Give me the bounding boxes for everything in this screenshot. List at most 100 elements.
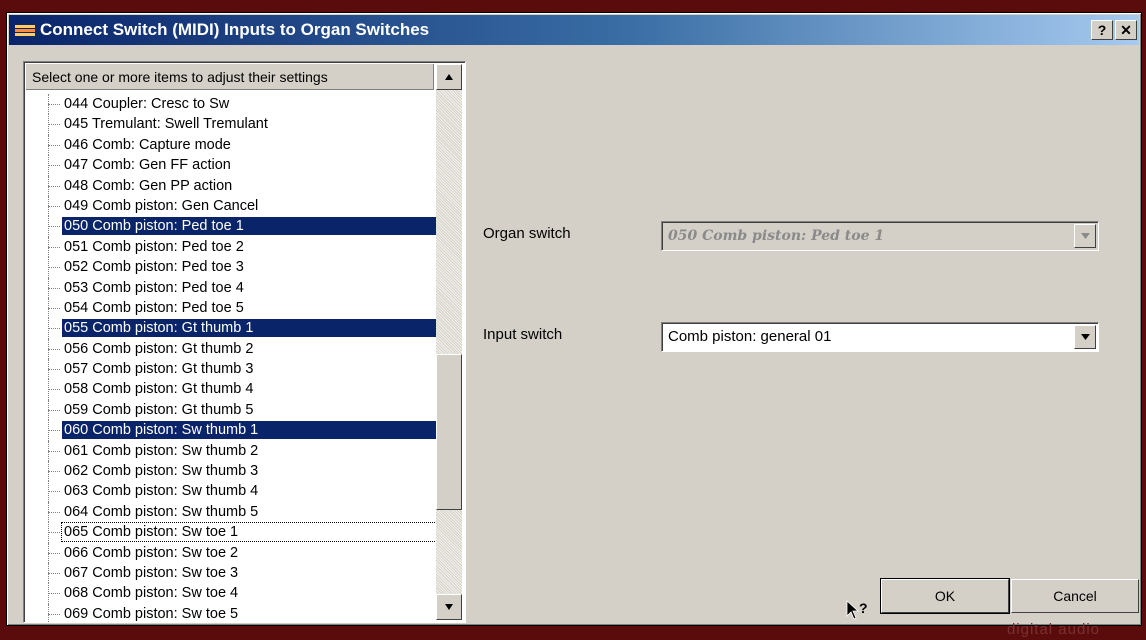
window-title: Connect Switch (MIDI) Inputs to Organ Sw… (40, 20, 430, 39)
list-item-label: 049 Comb piston: Gen Cancel (64, 197, 259, 214)
tree-branch (48, 267, 60, 269)
list-item-label: 056 Comb piston: Gt thumb 2 (64, 340, 254, 357)
tree-branch (48, 165, 60, 167)
tree-branch (48, 124, 60, 126)
list-item-label: 069 Comb piston: Sw toe 5 (64, 605, 239, 622)
tree-branch (48, 328, 60, 330)
list-item[interactable]: 054 Comb piston: Ped toe 5 (26, 297, 436, 319)
tree-branch (48, 572, 60, 574)
list-item-label: 066 Comb piston: Sw toe 2 (64, 544, 239, 561)
dialog-window: Connect Switch (MIDI) Inputs to Organ Sw… (6, 12, 1142, 626)
list-item[interactable]: 069 Comb piston: Sw toe 5 (26, 603, 436, 622)
list-header: Select one or more items to adjust their… (26, 64, 434, 90)
tree-branch (48, 471, 60, 473)
tree-branch (48, 104, 60, 105)
list-item-label: 052 Comb piston: Ped toe 3 (64, 259, 244, 276)
list-item-label: 054 Comb piston: Ped toe 5 (64, 299, 244, 316)
tree-branch (48, 450, 60, 452)
tree-branch (48, 430, 60, 432)
tree-branch (48, 205, 60, 207)
list-item-label: 063 Comb piston: Sw thumb 4 (64, 483, 259, 500)
list-item-label: 053 Comb piston: Ped toe 4 (64, 279, 244, 296)
list-item-label: 048 Comb: Gen PP action (64, 177, 233, 194)
list-item[interactable]: 055 Comb piston: Gt thumb 1 (26, 318, 438, 339)
list-item[interactable]: 057 Comb piston: Gt thumb 3 (26, 359, 436, 380)
list-item-label: 059 Comb piston: Gt thumb 5 (64, 401, 254, 418)
tree-branch (48, 226, 60, 228)
list-item[interactable]: 059 Comb piston: Gt thumb 5 (26, 399, 436, 421)
list-item[interactable]: 056 Comb piston: Gt thumb 2 (26, 338, 436, 360)
switch-list[interactable]: Select one or more items to adjust their… (23, 61, 466, 623)
list-item-label: 062 Comb piston: Sw thumb 3 (64, 463, 259, 480)
list-item[interactable]: 050 Comb piston: Ped toe 1 (26, 216, 438, 237)
app-icon (15, 24, 35, 36)
tree-branch (48, 246, 60, 248)
tree-branch (48, 287, 60, 289)
chevron-down-icon (1074, 224, 1096, 248)
list-scrollbar[interactable] (436, 64, 462, 620)
list-item-label: 065 Comb piston: Sw toe 1 (61, 522, 439, 543)
list-item-label: 067 Comb piston: Sw toe 3 (64, 564, 239, 581)
list-item[interactable]: 049 Comb piston: Gen Cancel (26, 195, 436, 217)
tree-branch (48, 613, 60, 615)
input-switch-label: Input switch (483, 326, 563, 343)
cancel-button[interactable]: Cancel (1011, 579, 1139, 613)
list-item[interactable]: 058 Comb piston: Gt thumb 4 (26, 379, 436, 400)
tree-branch (48, 348, 60, 350)
chevron-down-icon[interactable] (1074, 325, 1096, 349)
scroll-thumb[interactable] (436, 354, 462, 510)
list-item[interactable]: 044 Coupler: Cresc to Sw (26, 94, 436, 115)
list-item-label: 064 Comb piston: Sw thumb 5 (64, 503, 259, 520)
tree-branch (48, 369, 60, 371)
list-item-label: 050 Comb piston: Ped toe 1 (62, 217, 438, 236)
help-button[interactable]: ? (1091, 20, 1113, 40)
tree-branch (48, 307, 60, 309)
tree-branch (48, 552, 60, 554)
scroll-down-icon[interactable] (436, 594, 462, 620)
input-switch-select[interactable]: Comb piston: general 01 (661, 322, 1099, 352)
tree-branch (48, 532, 60, 534)
tree-branch (48, 511, 60, 513)
organ-switch-select: 050 Comb piston: Ped toe 1 (661, 221, 1099, 251)
list-item[interactable]: 065 Comb piston: Sw toe 1 (26, 522, 439, 543)
list-item[interactable]: 067 Comb piston: Sw toe 3 (26, 562, 436, 584)
list-item[interactable]: 046 Comb: Capture mode (26, 134, 436, 156)
list-item-label: 060 Comb piston: Sw thumb 1 (62, 421, 438, 440)
list-item-label: 055 Comb piston: Gt thumb 1 (62, 319, 438, 338)
list-item[interactable]: 064 Comb piston: Sw thumb 5 (26, 501, 436, 523)
list-item-label: 045 Tremulant: Swell Tremulant (64, 116, 268, 133)
tree-branch (48, 491, 60, 493)
list-item-label: 046 Comb: Capture mode (64, 136, 231, 153)
input-switch-value: Comb piston: general 01 (668, 328, 832, 345)
tree-branch (48, 185, 60, 187)
tree-branch (48, 144, 60, 146)
list-item[interactable]: 060 Comb piston: Sw thumb 1 (26, 420, 438, 441)
list-item-label: 061 Comb piston: Sw thumb 2 (64, 442, 259, 459)
list-item-label: 051 Comb piston: Ped toe 2 (64, 238, 244, 255)
title-bar[interactable]: Connect Switch (MIDI) Inputs to Organ Sw… (9, 15, 1139, 45)
tree-branch (48, 593, 60, 595)
list-item[interactable]: 053 Comb piston: Ped toe 4 (26, 277, 436, 298)
ok-button[interactable]: OK (880, 578, 1010, 614)
list-item[interactable]: 048 Comb: Gen PP action (26, 175, 436, 196)
list-item-label: 044 Coupler: Cresc to Sw (64, 96, 230, 112)
list-item-label: 057 Comb piston: Gt thumb 3 (64, 361, 254, 378)
tree-branch (48, 389, 60, 391)
list-item[interactable]: 051 Comb piston: Ped toe 2 (26, 236, 436, 258)
list-item-label: 058 Comb piston: Gt thumb 4 (64, 381, 254, 398)
watermark: digital audio (1006, 621, 1100, 638)
list-rows: 044 Coupler: Cresc to Sw 045 Tremulant: S… (26, 94, 439, 622)
close-button[interactable]: ✕ (1115, 20, 1137, 40)
list-item[interactable]: 045 Tremulant: Swell Tremulant (26, 114, 436, 135)
list-item[interactable]: 052 Comb piston: Ped toe 3 (26, 257, 436, 278)
help-cursor-icon[interactable]: ? (845, 599, 871, 623)
organ-switch-value: 050 Comb piston: Ped toe 1 (668, 228, 885, 244)
list-item[interactable]: 068 Comb piston: Sw toe 4 (26, 583, 436, 604)
scroll-up-icon[interactable] (436, 64, 462, 90)
list-item-label: 068 Comb piston: Sw toe 4 (64, 585, 239, 602)
list-item[interactable]: 047 Comb: Gen FF action (26, 155, 436, 176)
list-item[interactable]: 066 Comb piston: Sw toe 2 (26, 542, 436, 563)
list-item[interactable]: 062 Comb piston: Sw thumb 3 (26, 461, 436, 482)
list-item[interactable]: 061 Comb piston: Sw thumb 2 (26, 440, 436, 462)
list-item[interactable]: 063 Comb piston: Sw thumb 4 (26, 481, 436, 502)
